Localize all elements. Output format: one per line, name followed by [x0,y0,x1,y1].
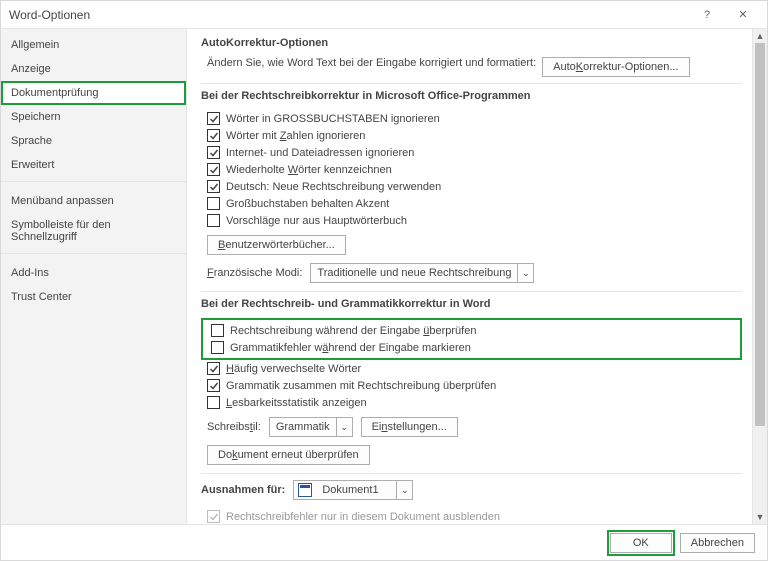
checkbox-label: Rechtschreibung während der Eingabe über… [230,325,476,337]
select-value: Traditionelle und neue Rechtschreibung [311,267,517,279]
sidebar-item-erweitert[interactable]: Erweitert [1,153,186,177]
content-pane: AutoKorrektur-Optionen Ändern Sie, wie W… [187,29,752,524]
check-flag-repeated[interactable]: Wiederholte Wörter kennzeichnen [201,161,742,178]
scroll-up-icon: ▲ [753,29,767,43]
check-ignore-uppercase[interactable]: Wörter in GROSSBUCHSTABEN ignorieren [201,110,742,127]
checkbox-label: Rechtschreibfehler nur in diesem Dokumen… [226,511,500,523]
checkbox-icon [207,379,220,392]
sidebar-item-symbolleiste[interactable]: Symbolleiste für den Schnellzugriff [1,213,186,249]
checkbox-label: Wörter in GROSSBUCHSTABEN ignorieren [226,113,440,125]
checkbox-icon [207,129,220,142]
select-value: Dokument1 [316,484,396,496]
exceptions-doc-select[interactable]: Dokument1 ⌄ [293,480,413,500]
checkbox-icon [207,510,220,523]
titlebar: Word-Optionen ? ✕ [1,1,767,29]
checkbox-label: Vorschläge nur aus Hauptwörterbuch [226,215,407,227]
check-grammar-with-spelling[interactable]: Grammatik zusammen mit Rechtschreibung ü… [201,377,742,394]
checkbox-label: Internet- und Dateiadressen ignorieren [226,147,414,159]
check-grammar-as-type[interactable]: Grammatikfehler während der Eingabe mark… [205,339,738,356]
check-spelling-as-type[interactable]: Rechtschreibung während der Eingabe über… [205,322,738,339]
document-icon [298,483,312,497]
highlight-box: Rechtschreibung während der Eingabe über… [201,318,742,360]
autocorrect-desc: Ändern Sie, wie Word Text bei der Eingab… [207,57,536,69]
checkbox-icon [211,324,224,337]
recheck-document-button[interactable]: Dokument erneut überprüfen [207,445,370,465]
check-main-dictionary-only[interactable]: Vorschläge nur aus Hauptwörterbuch [201,212,742,229]
checkbox-label: Grammatik zusammen mit Rechtschreibung ü… [226,380,496,392]
check-uppercase-accent[interactable]: Großbuchstaben behalten Akzent [201,195,742,212]
section-head-autocorrect: AutoKorrektur-Optionen [201,33,742,57]
sidebar-item-sprache[interactable]: Sprache [1,129,186,153]
checkbox-icon [207,112,220,125]
checkbox-label: Grammatikfehler während der Eingabe mark… [230,342,471,354]
chevron-down-icon: ⌄ [396,481,412,499]
close-icon: ✕ [738,8,747,21]
sidebar-item-allgemein[interactable]: Allgemein [1,33,186,57]
checkbox-label: Großbuchstaben behalten Akzent [226,198,389,210]
section-head-word: Bei der Rechtschreib- und Grammatikkorre… [201,291,742,318]
check-confused-words[interactable]: Häufig verwechselte Wörter [201,360,742,377]
word-options-dialog: Word-Optionen ? ✕ Allgemein Anzeige Doku… [0,0,768,561]
checkbox-icon [207,163,220,176]
sidebar-item-addins[interactable]: Add-Ins [1,261,186,285]
ok-button[interactable]: OK [610,533,672,553]
checkbox-icon [207,146,220,159]
help-button[interactable]: ? [689,1,725,28]
sidebar-separator [1,253,186,257]
sidebar-item-anzeige[interactable]: Anzeige [1,57,186,81]
select-value: Grammatik [270,421,336,433]
checkbox-icon [211,341,224,354]
cancel-button[interactable]: Abbrechen [680,533,755,553]
sidebar-item-speichern[interactable]: Speichern [1,105,186,129]
exceptions-label: Ausnahmen für: [201,484,285,496]
scrollbar[interactable]: ▲ ▼ [752,29,767,524]
footer: OK Abbrechen [1,524,767,560]
checkbox-label: Wörter mit Zahlen ignorieren [226,130,365,142]
sidebar-separator [1,181,186,185]
checkbox-icon [207,214,220,227]
french-mode-label: Französische Modi: [207,267,302,279]
french-mode-select[interactable]: Traditionelle und neue Rechtschreibung ⌄ [310,263,534,283]
check-ignore-numbers[interactable]: Wörter mit Zahlen ignorieren [201,127,742,144]
check-ignore-internet[interactable]: Internet- und Dateiadressen ignorieren [201,144,742,161]
writing-style-label: Schreibstil: [207,421,261,433]
checkbox-label: Deutsch: Neue Rechtschreibung verwenden [226,181,441,193]
sidebar-item-dokumentpruefung[interactable]: Dokumentprüfung [1,81,186,105]
section-head-exceptions: Ausnahmen für: Dokument1 ⌄ [201,473,742,508]
checkbox-label: Wiederholte Wörter kennzeichnen [226,164,392,176]
checkbox-icon [207,362,220,375]
checkbox-label: Lesbarkeitsstatistik anzeigen [226,397,367,409]
scroll-thumb[interactable] [755,43,765,426]
autocorrect-options-button[interactable]: AutoKorrektur-Optionen... [542,57,689,77]
sidebar: Allgemein Anzeige Dokumentprüfung Speich… [1,29,187,524]
checkbox-icon [207,197,220,210]
checkbox-icon [207,396,220,409]
help-icon: ? [704,9,710,21]
custom-dictionaries-button[interactable]: Benutzerwörterbücher... [207,235,346,255]
check-hide-spelling-doc: Rechtschreibfehler nur in diesem Dokumen… [201,508,742,524]
window-title: Word-Optionen [7,8,689,22]
sidebar-item-menueband[interactable]: Menüband anpassen [1,189,186,213]
writing-style-select[interactable]: Grammatik ⌄ [269,417,353,437]
check-readability-stats[interactable]: Lesbarkeitsstatistik anzeigen [201,394,742,411]
chevron-down-icon: ⌄ [517,264,533,282]
check-german-new[interactable]: Deutsch: Neue Rechtschreibung verwenden [201,178,742,195]
checkbox-label: Häufig verwechselte Wörter [226,363,361,375]
chevron-down-icon: ⌄ [336,418,352,436]
checkbox-icon [207,180,220,193]
scroll-down-icon: ▼ [753,510,767,524]
settings-button[interactable]: Einstellungen... [361,417,458,437]
section-head-office: Bei der Rechtschreibkorrektur in Microso… [201,83,742,110]
sidebar-item-trustcenter[interactable]: Trust Center [1,285,186,309]
close-button[interactable]: ✕ [725,1,761,28]
